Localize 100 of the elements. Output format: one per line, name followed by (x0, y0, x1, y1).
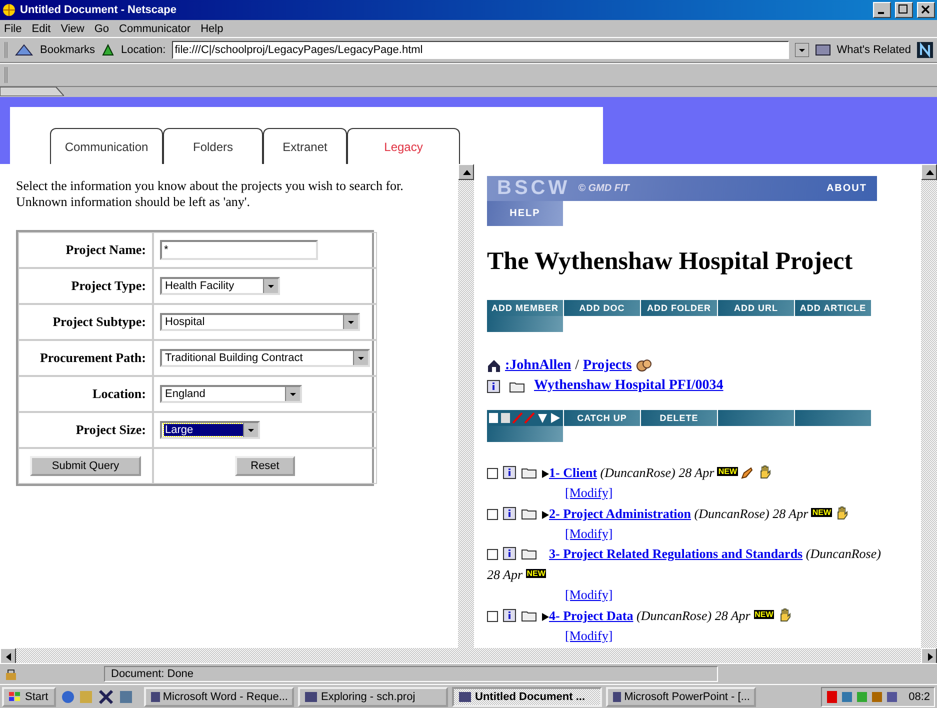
taskbar-button[interactable]: Microsoft Word - Reque... (144, 686, 294, 706)
submit-button[interactable]: Submit Query (30, 456, 142, 476)
window-icon (612, 690, 622, 702)
checkbox[interactable] (487, 549, 498, 560)
tab[interactable]: Extranet (263, 128, 347, 164)
folder-icon (521, 547, 537, 560)
item-date: 28 Apr (487, 567, 523, 582)
taskbar-button[interactable]: Microsoft PowerPoint - [... (606, 686, 756, 706)
menu-item[interactable]: Help (200, 22, 224, 34)
start-button[interactable]: Start (2, 686, 56, 706)
action-button[interactable]: CATCH UP (564, 410, 640, 426)
minimize-icon[interactable] (873, 2, 891, 18)
close-icon[interactable] (917, 2, 935, 18)
location-icon (101, 43, 116, 57)
select-field[interactable]: Traditional Building Contract (160, 349, 370, 367)
netscape-icon (917, 42, 933, 58)
reset-button[interactable]: Reset (234, 456, 296, 476)
item-date: 28 Apr (678, 465, 714, 480)
scrollbar[interactable] (458, 164, 474, 648)
modify-link[interactable]: [Modify] (565, 626, 613, 646)
related-button[interactable]: What's Related (836, 44, 911, 56)
info-icon[interactable] (487, 380, 500, 392)
action-button[interactable]: DELETE (641, 410, 717, 426)
select-field[interactable]: Hospital (160, 313, 360, 331)
scrollbar[interactable] (921, 164, 937, 648)
menu-item[interactable]: View (60, 22, 84, 34)
scroll-right-icon[interactable] (921, 648, 937, 664)
toolbar-grip[interactable] (4, 41, 8, 59)
menu-item[interactable]: Communicator (119, 22, 191, 34)
home-icon[interactable] (487, 359, 501, 373)
text-field[interactable]: * (160, 240, 318, 260)
tab[interactable]: Folders (163, 128, 263, 164)
toolbar-button[interactable]: ADD DOC (564, 300, 640, 316)
taskbar-button[interactable]: Exploring - sch.proj (298, 686, 448, 706)
toolbar-button[interactable]: ADD URL (718, 300, 794, 316)
folder-link[interactable]: 2- Project Administration (549, 506, 692, 521)
toolbar-button[interactable]: ADD MEMBER (487, 300, 563, 316)
menu-item[interactable]: Go (94, 22, 110, 34)
tab[interactable]: Legacy (347, 128, 460, 164)
select-field[interactable]: England (160, 385, 302, 403)
instructions: Select the information you know about the projects you wish to search for. Unknown information should be left as 'any'. (16, 178, 404, 210)
expand-icon[interactable] (542, 469, 549, 479)
new-badge: NEW (526, 569, 546, 578)
field-label: Procurement Path: (40, 350, 146, 366)
folder-link[interactable]: Wythenshaw Hospital PFI/0034 (534, 378, 724, 394)
caret-icon (285, 387, 300, 401)
field-label: Location: (92, 386, 146, 402)
toolbar-button[interactable]: ADD ARTICLE (795, 300, 871, 316)
about-link[interactable]: ABOUT (826, 183, 867, 194)
item-date: 28 Apr (714, 608, 750, 623)
menu-item[interactable]: Edit (32, 22, 51, 34)
select-field[interactable]: Large (160, 421, 260, 439)
bookmark-icon (14, 43, 34, 57)
logo: BSCW (497, 177, 570, 200)
info-icon[interactable] (503, 507, 516, 520)
folder-link[interactable]: 4- Project Data (549, 608, 634, 623)
maximize-icon[interactable] (895, 2, 913, 18)
scrollbar[interactable] (0, 648, 937, 663)
info-icon[interactable] (503, 547, 516, 560)
checkbox[interactable] (487, 611, 498, 622)
dropdown-icon[interactable] (794, 43, 809, 57)
checkbox[interactable] (487, 509, 498, 520)
item-author: (DuncanRose) (636, 608, 712, 623)
bookmarks-button[interactable]: Bookmarks (40, 44, 96, 56)
new-badge: NEW (717, 467, 738, 476)
toolbar-tab[interactable] (0, 87, 64, 96)
taskbar-button[interactable]: Untitled Document ... (452, 686, 602, 706)
caret-icon (353, 351, 368, 365)
caret-icon (343, 315, 358, 329)
info-icon[interactable] (503, 609, 516, 622)
toolbar-button[interactable]: ADD FOLDER (641, 300, 717, 316)
expand-icon[interactable] (542, 510, 549, 520)
toolbar-grip[interactable] (4, 66, 8, 84)
caret-icon (243, 423, 258, 437)
selection-tools-drawing[interactable] (487, 410, 563, 426)
folder-link[interactable]: 1- Client (549, 465, 598, 480)
help-link[interactable]: HELP (487, 201, 563, 226)
item-author: (DuncanRose) (600, 465, 676, 480)
window-title: Untitled Document - Netscape (20, 4, 178, 16)
user-link[interactable]: :JohnAllen (505, 358, 572, 374)
item-author: (DuncanRose) (806, 546, 881, 561)
modify-link[interactable]: [Modify] (565, 483, 613, 503)
window-icon (304, 690, 318, 702)
modify-link[interactable]: [Modify] (565, 524, 613, 544)
scroll-up-icon[interactable] (921, 164, 937, 180)
url-field[interactable]: file:///C|/schoolproj/LegacyPages/LegacyPage.html (172, 41, 789, 59)
projects-link[interactable]: Projects (583, 358, 632, 374)
modify-link[interactable]: [Modify] (565, 585, 613, 605)
scroll-up-icon[interactable] (458, 164, 474, 180)
clock: 08:2 (908, 690, 930, 702)
select-field[interactable]: Health Facility (160, 277, 280, 295)
scroll-left-icon[interactable] (0, 648, 16, 664)
folder-link[interactable]: 3- Project Related Regulations and Standards (549, 546, 803, 561)
app-icon (2, 3, 16, 17)
info-icon[interactable] (503, 466, 516, 479)
expand-icon[interactable] (542, 612, 549, 622)
tab[interactable]: Communication (50, 128, 163, 164)
menu-item[interactable]: File (4, 22, 22, 34)
security-icon[interactable] (4, 667, 18, 681)
checkbox[interactable] (487, 468, 498, 479)
